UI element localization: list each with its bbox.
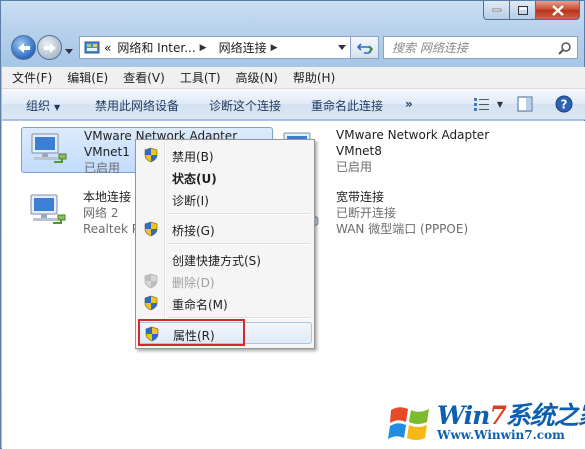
brand-suffix: 系统之家 (505, 401, 585, 430)
windows-logo-icon (388, 407, 429, 440)
refresh-button[interactable] (351, 36, 379, 59)
brand-seven: 7 (489, 401, 506, 430)
chevron-down-icon (65, 49, 73, 54)
highlight-annotation (138, 319, 245, 346)
shield-icon (144, 221, 158, 237)
menu-item-status[interactable]: 状态(U) (138, 166, 312, 188)
menu-tools[interactable]: 工具(T) (180, 69, 221, 86)
breadcrumb-network-connections[interactable]: 网络连接 ▶ (219, 39, 284, 56)
watermark-url: Www.Winwin7.com (437, 428, 565, 442)
menu-separator (168, 243, 310, 245)
navigation-bar: « 网络和 Inter... ▶ 网络连接 ▶ 搜索 网络连接 (7, 33, 580, 61)
connection-subtitle: 已断开连接 (336, 206, 397, 220)
menu-item-diagnose[interactable]: 诊断(I) (138, 188, 312, 210)
connection-status: 已启用 (336, 160, 373, 174)
more-commands-button[interactable]: » (405, 97, 413, 111)
breadcrumb-label: 网络连接 (218, 41, 267, 55)
connection-name: 宽带连接 (336, 190, 385, 204)
menu-edit[interactable]: 编辑(E) (67, 69, 108, 86)
menu-advanced[interactable]: 高级(N) (236, 69, 278, 86)
chevron-right-icon[interactable]: ▶ (200, 43, 207, 53)
refresh-icon (356, 42, 373, 54)
chevron-down-icon[interactable] (338, 45, 346, 50)
back-button[interactable] (11, 35, 36, 60)
menu-help[interactable]: 帮助(H) (293, 69, 335, 86)
menu-separator (168, 213, 310, 215)
connection-subtitle: VMnet8 (336, 144, 382, 158)
search-input[interactable]: 搜索 网络连接 (383, 36, 578, 59)
arrow-right-icon (43, 42, 56, 53)
network-adapter-icon (30, 194, 66, 224)
menu-item-delete: 删除(D) (138, 270, 312, 292)
address-bar[interactable]: « 网络和 Inter... ▶ 网络连接 ▶ (79, 36, 351, 59)
shield-icon (144, 273, 158, 289)
forward-button[interactable] (37, 35, 62, 60)
svg-text:?: ? (561, 98, 568, 112)
close-button[interactable] (536, 1, 580, 20)
minimize-icon (491, 8, 501, 12)
maximize-icon (517, 5, 528, 15)
maximize-button[interactable] (510, 1, 536, 20)
breadcrumb-network-internet[interactable]: 网络和 Inter... ▶ (117, 39, 212, 56)
connection-name: VMware Network Adapter (336, 128, 490, 142)
menu-item-disable[interactable]: 禁用(B) (138, 144, 312, 166)
caret-down-icon: ▼ (54, 103, 61, 112)
control-panel-icon (84, 41, 100, 53)
menu-item-label: 状态(U) (172, 172, 217, 186)
breadcrumb-label: 网络和 Inter... (117, 41, 196, 55)
menu-item-create-shortcut[interactable]: 创建快捷方式(S) (138, 248, 312, 270)
menu-item-bridge[interactable]: 桥接(G) (138, 218, 312, 240)
menu-bar: 文件(F) 编辑(E) 查看(V) 工具(T) 高级(N) 帮助(H) (2, 67, 585, 89)
diagnose-button[interactable]: 诊断这个连接 (209, 97, 281, 114)
menu-view[interactable]: 查看(V) (123, 69, 165, 86)
connection-device: WAN 微型端口 (PPPOE) (336, 222, 469, 236)
organize-button[interactable]: 组织 ▼ (26, 97, 60, 114)
context-menu: 禁用(B) 状态(U) 诊断(I) 桥接(G) 创建快捷方式(S) 删除(D) (135, 139, 315, 349)
menu-item-rename[interactable]: 重命名(M) (138, 292, 312, 314)
preview-pane-icon[interactable] (517, 96, 533, 112)
menu-item-label: 诊断(I) (172, 194, 209, 208)
minimize-button[interactable] (483, 1, 510, 20)
command-toolbar: 组织 ▼ 禁用此网络设备 诊断这个连接 重命名此连接 » ▼ ? (2, 89, 585, 120)
explorer-window: « 网络和 Inter... ▶ 网络连接 ▶ 搜索 网络连接 文件(F) 编辑… (0, 0, 585, 449)
network-adapter-icon (31, 133, 67, 163)
arrow-left-icon (17, 42, 30, 53)
menu-item-label: 创建快捷方式(S) (172, 254, 261, 268)
breadcrumb-overflow[interactable]: « (104, 41, 111, 55)
chevron-right-icon[interactable]: ▶ (271, 43, 278, 53)
caret-down-icon[interactable]: ▼ (497, 100, 503, 109)
menu-file[interactable]: 文件(F) (12, 69, 52, 86)
organize-label: 组织 (26, 99, 51, 113)
caption-buttons (483, 1, 580, 20)
rename-button[interactable]: 重命名此连接 (311, 97, 383, 114)
connection-item[interactable]: 宽带连接 已断开连接 WAN 微型端口 (PPPOE) (274, 189, 554, 236)
search-placeholder: 搜索 网络连接 (392, 41, 468, 55)
watermark: Win7系统之家 Www.Winwin7.com (387, 396, 585, 448)
disable-device-button[interactable]: 禁用此网络设备 (95, 97, 179, 114)
close-icon (551, 4, 564, 16)
view-options-icon[interactable] (473, 96, 491, 112)
menu-item-label: 禁用(B) (172, 150, 214, 164)
menu-item-label: 桥接(G) (172, 224, 215, 238)
help-icon[interactable]: ? (555, 95, 573, 113)
recent-pages-dropdown[interactable] (65, 43, 73, 57)
menu-item-label: 重命名(M) (172, 298, 228, 312)
search-icon[interactable] (558, 41, 572, 55)
shield-icon (144, 295, 158, 311)
brand-prefix: Win (437, 401, 490, 430)
watermark-brand: Win7系统之家 (437, 396, 585, 432)
shield-icon (144, 147, 158, 163)
menu-item-label: 删除(D) (172, 276, 215, 290)
toolbar-right-icons: ▼ ? (473, 95, 573, 113)
